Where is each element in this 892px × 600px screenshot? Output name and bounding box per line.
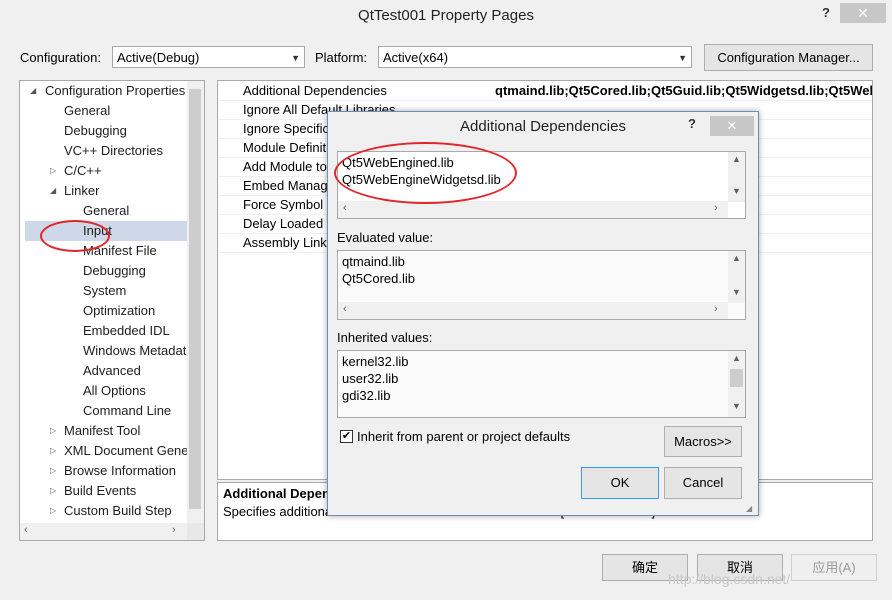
inherit-checkbox-label[interactable]: Inherit from parent or project defaults xyxy=(357,429,570,444)
tree-item-linker-general[interactable]: General xyxy=(83,201,129,221)
vertical-scrollbar[interactable]: ▲ ▼ xyxy=(728,152,745,202)
vertical-scrollbar[interactable]: ▲ ▼ xyxy=(728,351,745,417)
tree-item-build-events[interactable]: Build Events xyxy=(64,481,136,501)
resize-grip-icon[interactable]: ◢ xyxy=(746,504,752,513)
expand-icon[interactable]: ▷ xyxy=(50,466,56,475)
scroll-down-icon[interactable]: ▼ xyxy=(728,287,745,297)
tree-item-custom-build-step[interactable]: Custom Build Step xyxy=(64,501,172,521)
inherited-values-box[interactable]: kernel32.lib user32.lib gdi32.lib ▲ ▼ xyxy=(337,350,746,418)
scroll-up-icon[interactable]: ▲ xyxy=(728,253,745,263)
dialog-ok-button[interactable]: OK xyxy=(581,467,659,499)
help-button[interactable]: ? xyxy=(815,3,837,23)
tree-item-system[interactable]: System xyxy=(83,281,126,301)
configuration-select[interactable]: Active(Debug) ▼ xyxy=(112,46,305,68)
tree-item-debugging[interactable]: Debugging xyxy=(64,121,127,141)
watermark-text: http://blog.csdn.net/ xyxy=(668,571,791,587)
evaluated-line: qtmaind.lib xyxy=(342,254,405,269)
scroll-right-icon[interactable]: › xyxy=(714,202,718,214)
tree-item-cpp[interactable]: C/C++ xyxy=(64,161,102,181)
annotation-circle xyxy=(334,142,517,204)
scroll-left-icon[interactable]: ‹ xyxy=(24,524,28,536)
scroll-down-icon[interactable]: ▼ xyxy=(728,186,745,196)
tree-item-browse-information[interactable]: Browse Information xyxy=(64,461,176,481)
horizontal-scrollbar[interactable]: ‹ › xyxy=(338,302,728,319)
dialog-cancel-button[interactable]: Cancel xyxy=(664,467,742,499)
collapse-icon[interactable]: ◢ xyxy=(50,186,56,195)
tree-item-vc-directories[interactable]: VC++ Directories xyxy=(64,141,163,161)
inherited-line: kernel32.lib xyxy=(342,354,409,369)
macros-button[interactable]: Macros>> xyxy=(664,426,742,457)
chevron-down-icon: ▼ xyxy=(291,53,300,63)
property-name: Additional Dependencies xyxy=(243,83,387,98)
additional-dependencies-dialog: Additional Dependencies ? ✕ Qt5WebEngine… xyxy=(327,111,759,516)
platform-value: Active(x64) xyxy=(383,50,449,65)
inherit-checkbox[interactable]: ✔ xyxy=(340,430,353,443)
scroll-thumb[interactable] xyxy=(730,369,743,387)
scroll-left-icon[interactable]: ‹ xyxy=(343,303,347,315)
expand-icon[interactable]: ▷ xyxy=(50,166,56,175)
tree-item-xml-document-generator[interactable]: XML Document Generator xyxy=(64,441,204,461)
tree-item-linker-debugging[interactable]: Debugging xyxy=(83,261,146,281)
horizontal-scrollbar[interactable]: ‹ › xyxy=(338,201,728,218)
dialog-help-button[interactable]: ? xyxy=(688,116,696,131)
scroll-right-icon[interactable]: › xyxy=(172,524,176,536)
apply-button[interactable]: 应用(A) xyxy=(791,554,877,581)
platform-select[interactable]: Active(x64) ▼ xyxy=(378,46,692,68)
scroll-right-icon[interactable]: › xyxy=(714,303,718,315)
tree-item-advanced[interactable]: Advanced xyxy=(83,361,141,381)
tree-item-command-line[interactable]: Command Line xyxy=(83,401,171,421)
tree-item-configuration-properties[interactable]: Configuration Properties xyxy=(45,81,185,101)
evaluated-line: Qt5Cored.lib xyxy=(342,271,415,286)
scroll-up-icon[interactable]: ▲ xyxy=(728,154,745,164)
window-title: QtTest001 Property Pages xyxy=(358,7,534,24)
tree-item-linker[interactable]: Linker xyxy=(64,181,99,201)
vertical-scrollbar[interactable]: ▲ ▼ xyxy=(728,251,745,303)
collapse-icon[interactable]: ◢ xyxy=(30,86,36,95)
configuration-manager-button[interactable]: Configuration Manager... xyxy=(704,44,873,71)
tree-item-manifest-tool[interactable]: Manifest Tool xyxy=(64,421,140,441)
tree-item-embedded-idl[interactable]: Embedded IDL xyxy=(83,321,170,341)
inherited-values-label: Inherited values: xyxy=(337,330,433,345)
tree-item-optimization[interactable]: Optimization xyxy=(83,301,155,321)
tree-item-windows-metadata[interactable]: Windows Metadata xyxy=(83,341,194,361)
scroll-corner xyxy=(187,523,204,540)
evaluated-value-box[interactable]: qtmaind.lib Qt5Cored.lib ▲ ▼ ‹ › xyxy=(337,250,746,320)
tree-scroll-thumb[interactable] xyxy=(189,89,201,509)
tree-horizontal-scrollbar[interactable]: ‹ › xyxy=(20,523,187,540)
configuration-label: Configuration: xyxy=(20,50,101,65)
tree-item-all-options[interactable]: All Options xyxy=(83,381,146,401)
close-button[interactable]: ✕ xyxy=(840,3,886,23)
grid-row[interactable]: Additional Dependencies qtmaind.lib;Qt5C… xyxy=(218,81,872,101)
chevron-down-icon: ▼ xyxy=(678,53,687,63)
scroll-up-icon[interactable]: ▲ xyxy=(728,353,745,363)
expand-icon[interactable]: ▷ xyxy=(50,426,56,435)
dialog-close-button[interactable]: ✕ xyxy=(710,116,754,136)
scroll-left-icon[interactable]: ‹ xyxy=(343,202,347,214)
property-tree[interactable]: ◢ Configuration Properties General Debug… xyxy=(19,80,205,541)
tree-item-general[interactable]: General xyxy=(64,101,110,121)
expand-icon[interactable]: ▷ xyxy=(50,446,56,455)
configuration-value: Active(Debug) xyxy=(117,50,200,65)
evaluated-value-label: Evaluated value: xyxy=(337,230,434,245)
inherited-line: user32.lib xyxy=(342,371,399,386)
inherited-line: gdi32.lib xyxy=(342,388,391,403)
platform-label: Platform: xyxy=(315,50,368,65)
expand-icon[interactable]: ▷ xyxy=(50,506,56,515)
expand-icon[interactable]: ▷ xyxy=(50,486,56,495)
checkmark-icon: ✔ xyxy=(341,430,352,442)
property-value[interactable]: qtmaind.lib;Qt5Cored.lib;Qt5Guid.lib;Qt5… xyxy=(495,81,872,100)
scroll-down-icon[interactable]: ▼ xyxy=(728,401,745,411)
annotation-circle xyxy=(40,220,110,252)
